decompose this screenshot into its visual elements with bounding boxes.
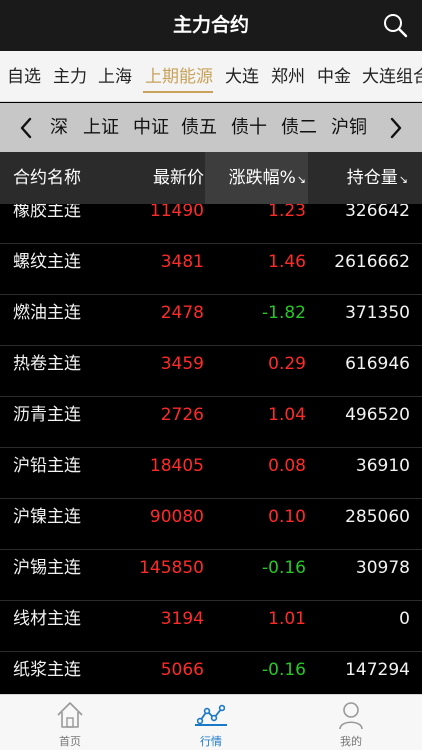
tab-shanghai[interactable]: 上海 bbox=[98, 64, 132, 90]
contract-name: 沪铅主连 bbox=[13, 456, 81, 476]
column-header-name[interactable]: 合约名称 bbox=[13, 152, 81, 204]
table-row[interactable]: 沪镍主连 90080 0.10 285060 bbox=[0, 499, 422, 550]
contract-name: 沪锡主连 bbox=[13, 558, 81, 578]
nav-market-label: 行情 bbox=[200, 735, 222, 748]
tab-ine[interactable]: 上期能源 bbox=[145, 64, 213, 90]
active-tab-indicator bbox=[143, 91, 213, 93]
contract-name: 热卷主连 bbox=[13, 354, 81, 374]
open-interest: 496520 bbox=[345, 405, 410, 425]
last-price: 3459 bbox=[160, 354, 204, 374]
tab-favorites[interactable]: 自选 bbox=[7, 64, 41, 90]
table-row[interactable]: 沪锡主连 145850 -0.16 30978 bbox=[0, 550, 422, 601]
nav-home[interactable]: 首页 bbox=[20, 695, 120, 750]
table-row[interactable]: 橡胶主连 11490 1.23 326642 bbox=[0, 204, 422, 244]
page-title: 主力合约 bbox=[172, 14, 249, 36]
contract-name: 螺纹主连 bbox=[13, 252, 81, 272]
nav-profile[interactable]: 我的 bbox=[301, 695, 401, 750]
last-price: 5066 bbox=[160, 660, 204, 680]
user-icon bbox=[339, 702, 363, 730]
table-row[interactable]: 纸浆主连 5066 -0.16 147294 bbox=[0, 652, 422, 694]
chevron-right-icon[interactable] bbox=[386, 115, 406, 141]
change-percent: 1.01 bbox=[268, 609, 306, 629]
change-percent: -0.16 bbox=[262, 660, 306, 680]
open-interest: 36910 bbox=[355, 456, 410, 476]
tab-main[interactable]: 主力 bbox=[53, 64, 87, 90]
search-icon[interactable] bbox=[382, 12, 408, 38]
last-price: 90080 bbox=[149, 507, 204, 527]
index-item[interactable]: 债五 bbox=[181, 115, 217, 141]
contract-name: 纸浆主连 bbox=[13, 660, 81, 680]
nav-market[interactable]: 行情 bbox=[161, 695, 261, 750]
home-icon bbox=[57, 702, 83, 728]
last-price: 3194 bbox=[160, 609, 204, 629]
change-percent: 1.46 bbox=[268, 252, 306, 272]
active-nav-indicator bbox=[195, 724, 227, 726]
tab-cffex[interactable]: 中金 bbox=[317, 64, 351, 90]
index-item[interactable]: 上证 bbox=[83, 115, 119, 141]
contract-name: 橡胶主连 bbox=[13, 204, 81, 221]
change-percent: 0.10 bbox=[268, 507, 306, 527]
last-price: 3481 bbox=[160, 252, 204, 272]
sort-icon: ↘ bbox=[398, 173, 408, 186]
change-percent: 0.29 bbox=[268, 354, 306, 374]
index-item[interactable]: 债十 bbox=[231, 115, 267, 141]
exchange-tabs: 自选 主力 上海 上期能源 大连 郑州 中金 大连组合 bbox=[0, 51, 422, 102]
open-interest: 30978 bbox=[355, 558, 410, 578]
index-item[interactable]: 沪铜 bbox=[331, 115, 367, 141]
table-row[interactable]: 螺纹主连 3481 1.46 2616662 bbox=[0, 244, 422, 295]
column-header-change-label: 涨跌幅% bbox=[228, 168, 296, 188]
change-percent: 1.04 bbox=[268, 405, 306, 425]
column-header-position[interactable]: 持仓量↘ bbox=[347, 152, 408, 204]
table-row[interactable]: 沥青主连 2726 1.04 496520 bbox=[0, 397, 422, 448]
tab-zhengzhou[interactable]: 郑州 bbox=[271, 64, 305, 90]
last-price: 18405 bbox=[149, 456, 204, 476]
change-percent: -0.16 bbox=[262, 558, 306, 578]
table-row[interactable]: 沪铅主连 18405 0.08 36910 bbox=[0, 448, 422, 499]
column-header-position-label: 持仓量 bbox=[346, 168, 398, 188]
contract-name: 线材主连 bbox=[13, 609, 81, 629]
contract-name: 燃油主连 bbox=[13, 303, 81, 323]
open-interest: 2616662 bbox=[334, 252, 410, 272]
tab-dalian[interactable]: 大连 bbox=[225, 64, 259, 90]
index-item[interactable]: 债二 bbox=[281, 115, 317, 141]
contract-name: 沥青主连 bbox=[13, 405, 81, 425]
open-interest: 326642 bbox=[345, 204, 410, 221]
open-interest: 0 bbox=[399, 609, 410, 629]
nav-profile-label: 我的 bbox=[340, 735, 362, 748]
last-price: 145850 bbox=[139, 558, 204, 578]
change-percent: 1.23 bbox=[268, 204, 306, 221]
chevron-left-icon[interactable] bbox=[16, 115, 36, 141]
bottom-navigation: 首页 行情 我的 bbox=[0, 694, 422, 750]
last-price: 2726 bbox=[160, 405, 204, 425]
last-price: 11490 bbox=[149, 204, 204, 221]
nav-home-label: 首页 bbox=[59, 735, 81, 748]
table-row[interactable]: 热卷主连 3459 0.29 616946 bbox=[0, 346, 422, 397]
change-percent: 0.08 bbox=[268, 456, 306, 476]
open-interest: 285060 bbox=[345, 507, 410, 527]
index-item[interactable]: 深 bbox=[50, 115, 68, 141]
column-header-change[interactable]: 涨跌幅%↘ bbox=[229, 152, 306, 204]
open-interest: 616946 bbox=[345, 354, 410, 374]
table-row[interactable]: 燃油主连 2478 -1.82 371350 bbox=[0, 295, 422, 346]
change-percent: -1.82 bbox=[262, 303, 306, 323]
index-item[interactable]: 中证 bbox=[133, 115, 169, 141]
contract-name: 沪镍主连 bbox=[13, 507, 81, 527]
tab-dalian-combo[interactable]: 大连组合 bbox=[362, 64, 422, 90]
contract-list: 橡胶主连 11490 1.23 326642 螺纹主连 3481 1.46 26… bbox=[0, 204, 422, 694]
open-interest: 147294 bbox=[345, 660, 410, 680]
last-price: 2478 bbox=[160, 303, 204, 323]
open-interest: 371350 bbox=[345, 303, 410, 323]
app-header: 主力合约 bbox=[0, 0, 422, 51]
index-scroller: 深 上证 中证 债五 债十 债二 沪铜 bbox=[0, 103, 422, 152]
column-header-price[interactable]: 最新价 bbox=[153, 152, 204, 204]
table-header: 合约名称 最新价 涨跌幅%↘ 持仓量↘ bbox=[0, 152, 422, 204]
table-row[interactable]: 线材主连 3194 1.01 0 bbox=[0, 601, 422, 652]
sort-icon: ↘ bbox=[296, 173, 306, 186]
